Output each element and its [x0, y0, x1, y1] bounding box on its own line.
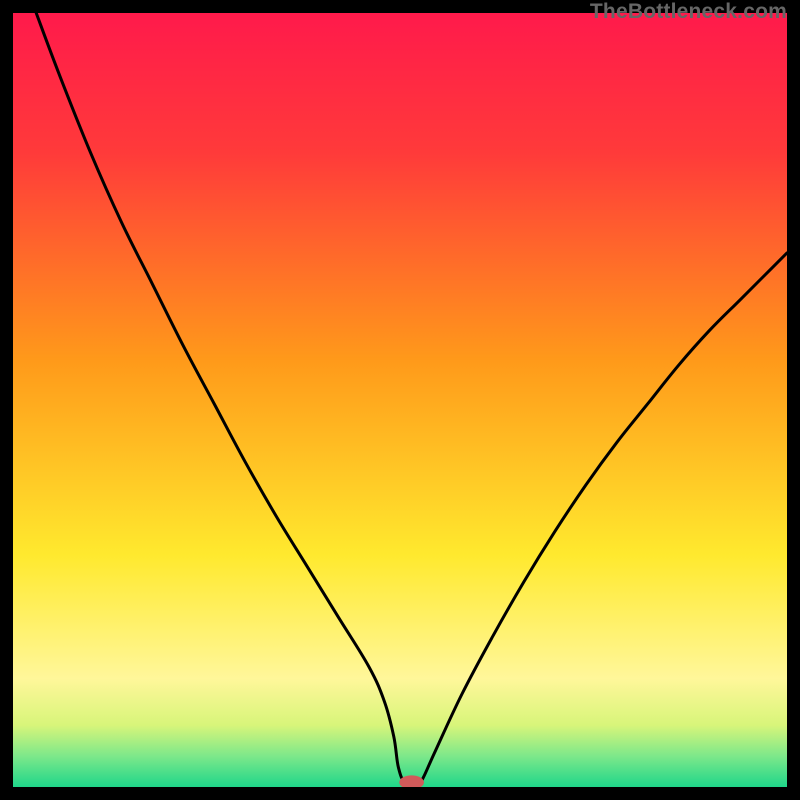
- chart-frame: TheBottleneck.com: [0, 0, 800, 800]
- plot-area: [13, 13, 787, 787]
- chart-svg: [13, 13, 787, 787]
- gradient-background: [13, 13, 787, 787]
- attribution-label: TheBottleneck.com: [590, 0, 787, 24]
